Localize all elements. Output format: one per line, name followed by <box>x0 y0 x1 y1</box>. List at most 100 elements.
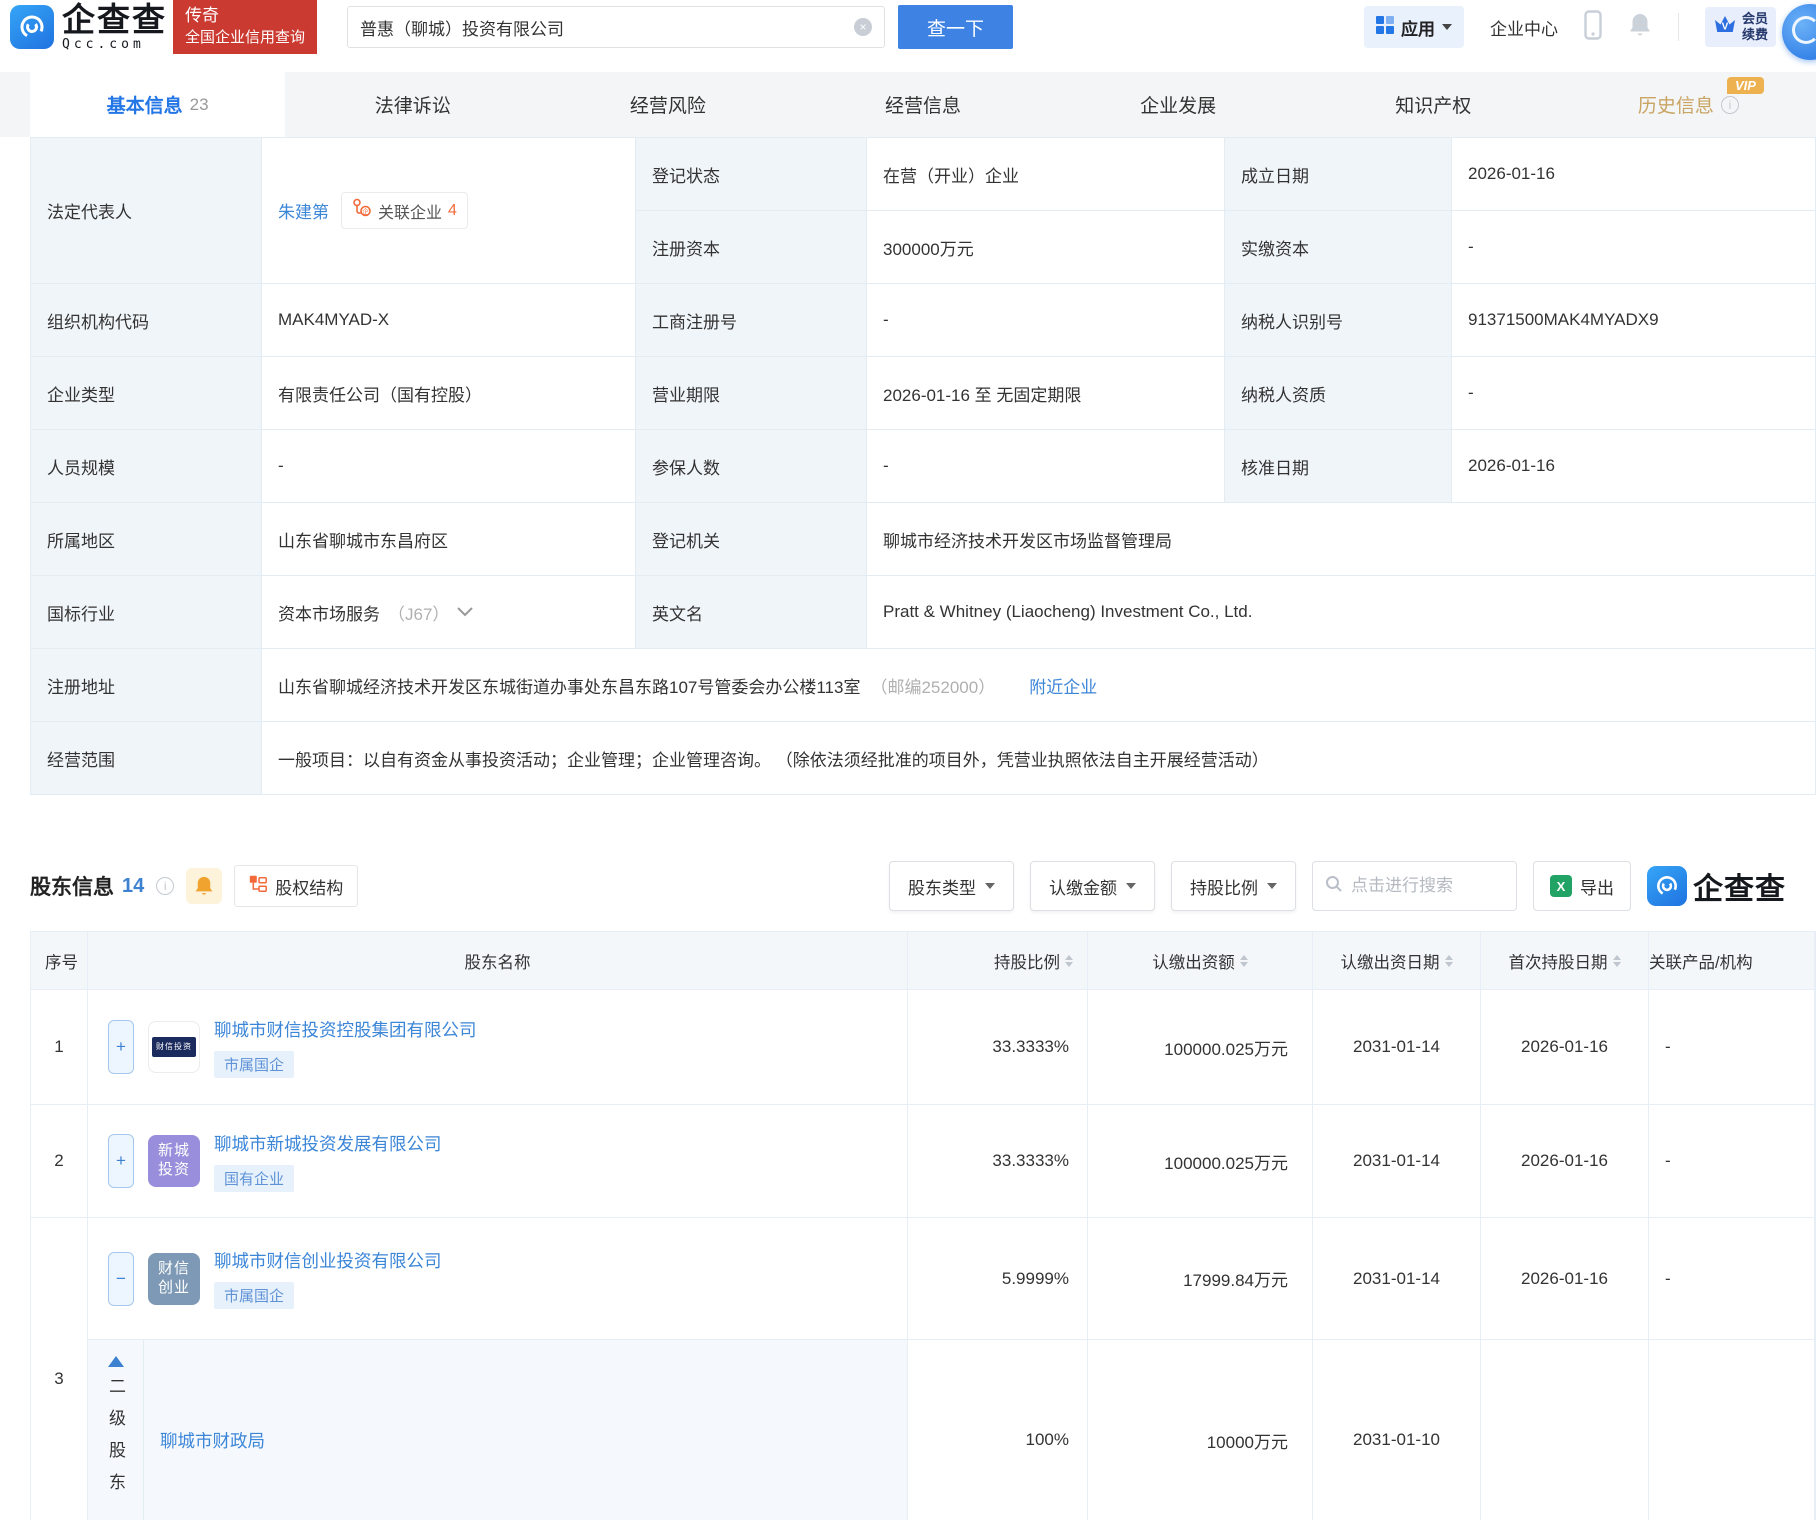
biz-reg-no-value: - <box>867 284 1225 357</box>
shareholder-search-box[interactable] <box>1312 861 1517 911</box>
shareholder-search-input[interactable] <box>1351 876 1504 896</box>
company-logo: 财信投资 <box>148 1021 200 1073</box>
mobile-app-icon[interactable] <box>1584 10 1602 45</box>
expand-button[interactable]: + <box>108 1134 134 1188</box>
related-companies-count: 4 <box>448 202 457 220</box>
brand-name: 企查查 <box>62 3 167 36</box>
shareholders-title: 股东信息 <box>30 871 114 901</box>
related-companies-button[interactable]: 企 关联企业 4 <box>341 192 468 229</box>
tab-operating-risk[interactable]: 经营风险 <box>540 72 795 137</box>
reg-capital-label: 注册资本 <box>636 211 867 284</box>
shareholders-count: 14 <box>122 875 144 898</box>
expand-button[interactable]: + <box>108 1020 134 1074</box>
amount-cell: 100000.025万元 <box>1088 1105 1313 1218</box>
enterprise-center-link[interactable]: 企业中心 <box>1490 15 1558 40</box>
en-name-label: 英文名 <box>636 576 867 649</box>
shareholder-name-link[interactable]: 聊城市新城投资发展有限公司 <box>214 1131 442 1156</box>
tab-basic-info[interactable]: 基本信息 23 <box>30 72 285 137</box>
second-level-label: 二级股东 <box>103 1377 128 1505</box>
tab-operating-info[interactable]: 经营信息 <box>795 72 1050 137</box>
equity-structure-button[interactable]: 股权结构 <box>234 865 358 907</box>
shareholder-name-link[interactable]: 聊城市财信投资控股集团有限公司 <box>214 1017 477 1042</box>
monitor-bell-button[interactable] <box>186 868 222 904</box>
staff-size-label: 人员规模 <box>31 430 262 503</box>
first-date-cell: 2026-01-16 <box>1481 1218 1649 1340</box>
company-type-value: 有限责任公司（国有控股） <box>262 357 636 430</box>
ratio-cell: 33.3333% <box>908 1105 1088 1218</box>
taxpayer-id-value: 91371500MAK4MYADX9 <box>1452 284 1816 357</box>
scope-label: 经营范围 <box>31 722 262 795</box>
col-ratio[interactable]: 持股比例 <box>908 932 1088 990</box>
scope-value: 一般项目：以自有资金从事投资活动；企业管理；企业管理咨询。 （除依法须经批准的项… <box>262 722 1816 795</box>
sort-icon[interactable] <box>1613 955 1621 967</box>
approval-date-label: 核准日期 <box>1225 430 1452 503</box>
paid-capital-label: 实缴资本 <box>1225 211 1452 284</box>
company-type-label: 企业类型 <box>31 357 262 430</box>
sub-date-cell: 2031-01-14 <box>1313 1218 1481 1340</box>
chevron-down-icon[interactable] <box>457 602 473 622</box>
col-sub-date[interactable]: 认缴出资日期 <box>1313 932 1481 990</box>
shareholder-name-link[interactable]: 聊城市财信创业投资有限公司 <box>214 1248 442 1273</box>
sort-icon[interactable] <box>1445 955 1453 967</box>
sub-date-cell: 2031-01-14 <box>1313 1105 1481 1218</box>
address-value: 山东省聊城经济技术开发区东城街道办事处东昌东路107号管委会办公楼113室 <box>278 673 860 698</box>
qcc-watermark: 企查查 <box>1647 864 1786 908</box>
tab-history-info[interactable]: VIP 历史信息 i <box>1561 72 1816 137</box>
col-first-date[interactable]: 首次持股日期 <box>1481 932 1649 990</box>
en-name-value: Pratt & Whitney (Liaocheng) Investment C… <box>867 576 1816 649</box>
reg-status-label: 登记状态 <box>636 138 867 211</box>
approval-date-value: 2026-01-16 <box>1452 430 1816 503</box>
filter-shareholder-type[interactable]: 股东类型 <box>889 861 1014 911</box>
tab-label: 基本信息 <box>107 91 183 118</box>
col-amount[interactable]: 认缴出资额 <box>1088 932 1313 990</box>
tab-intellectual-property[interactable]: 知识产权 <box>1306 72 1561 137</box>
ratio-cell: 5.9999% <box>908 1218 1088 1340</box>
sort-icon[interactable] <box>1065 955 1073 967</box>
tab-label: 历史信息 <box>1638 91 1714 118</box>
related-cell: - <box>1649 990 1815 1105</box>
chevron-down-icon <box>1267 883 1277 889</box>
ratio-cell: 100% <box>908 1340 1088 1520</box>
related-companies-icon: 企 <box>352 198 372 223</box>
filter-label: 持股比例 <box>1190 874 1258 899</box>
collapse-triangle-icon[interactable] <box>108 1356 124 1367</box>
chevron-down-icon <box>1442 24 1452 30</box>
notification-bell-icon[interactable] <box>1628 12 1652 43</box>
vip-renew-button[interactable]: V 会员 续费 <box>1705 7 1776 48</box>
shareholder-tag: 市属国企 <box>214 1282 294 1309</box>
tab-enterprise-development[interactable]: 企业发展 <box>1051 72 1306 137</box>
slogan-line1: 传奇 <box>185 5 305 28</box>
sort-icon[interactable] <box>1240 955 1248 967</box>
svg-text:企: 企 <box>362 207 369 216</box>
sub-shareholder-name-link[interactable]: 聊城市财政局 <box>160 1428 265 1453</box>
export-label: 导出 <box>1580 874 1614 899</box>
taxpayer-id-label: 纳税人识别号 <box>1225 284 1452 357</box>
company-logo: 新城投资 <box>148 1135 200 1187</box>
insured-label: 参保人数 <box>636 430 867 503</box>
paid-capital-value: - <box>1452 211 1816 284</box>
search-button[interactable]: 查一下 <box>898 5 1013 49</box>
legal-rep-link[interactable]: 朱建第 <box>278 198 329 223</box>
export-button[interactable]: X 导出 <box>1533 861 1631 911</box>
nearby-companies-link[interactable]: 附近企业 <box>1029 673 1097 698</box>
search-input[interactable] <box>360 17 854 37</box>
filter-subscribed-amount[interactable]: 认缴金额 <box>1030 861 1155 911</box>
apps-menu-button[interactable]: 应用 <box>1364 6 1464 48</box>
info-icon[interactable]: i <box>156 877 174 895</box>
info-icon[interactable]: i <box>1721 96 1739 114</box>
qcc-logo[interactable]: 企查查 Qcc.com <box>10 3 167 51</box>
taxpayer-qual-value: - <box>1452 357 1816 430</box>
shareholder-tag: 市属国企 <box>214 1051 294 1078</box>
clear-search-icon[interactable]: × <box>854 18 872 36</box>
related-companies-label: 关联企业 <box>378 199 442 223</box>
biz-term-value: 2026-01-16 至 无固定期限 <box>867 357 1225 430</box>
est-date-value: 2026-01-16 <box>1452 138 1816 211</box>
filter-holding-ratio[interactable]: 持股比例 <box>1171 861 1296 911</box>
company-search-box[interactable]: × <box>347 6 885 48</box>
tab-label: 知识产权 <box>1395 91 1471 118</box>
tab-legal-litigation[interactable]: 法律诉讼 <box>285 72 540 137</box>
svg-text:V: V <box>1722 21 1729 32</box>
staff-size-value: - <box>262 430 636 503</box>
taxpayer-qual-label: 纳税人资质 <box>1225 357 1452 430</box>
collapse-button[interactable]: − <box>108 1252 134 1306</box>
